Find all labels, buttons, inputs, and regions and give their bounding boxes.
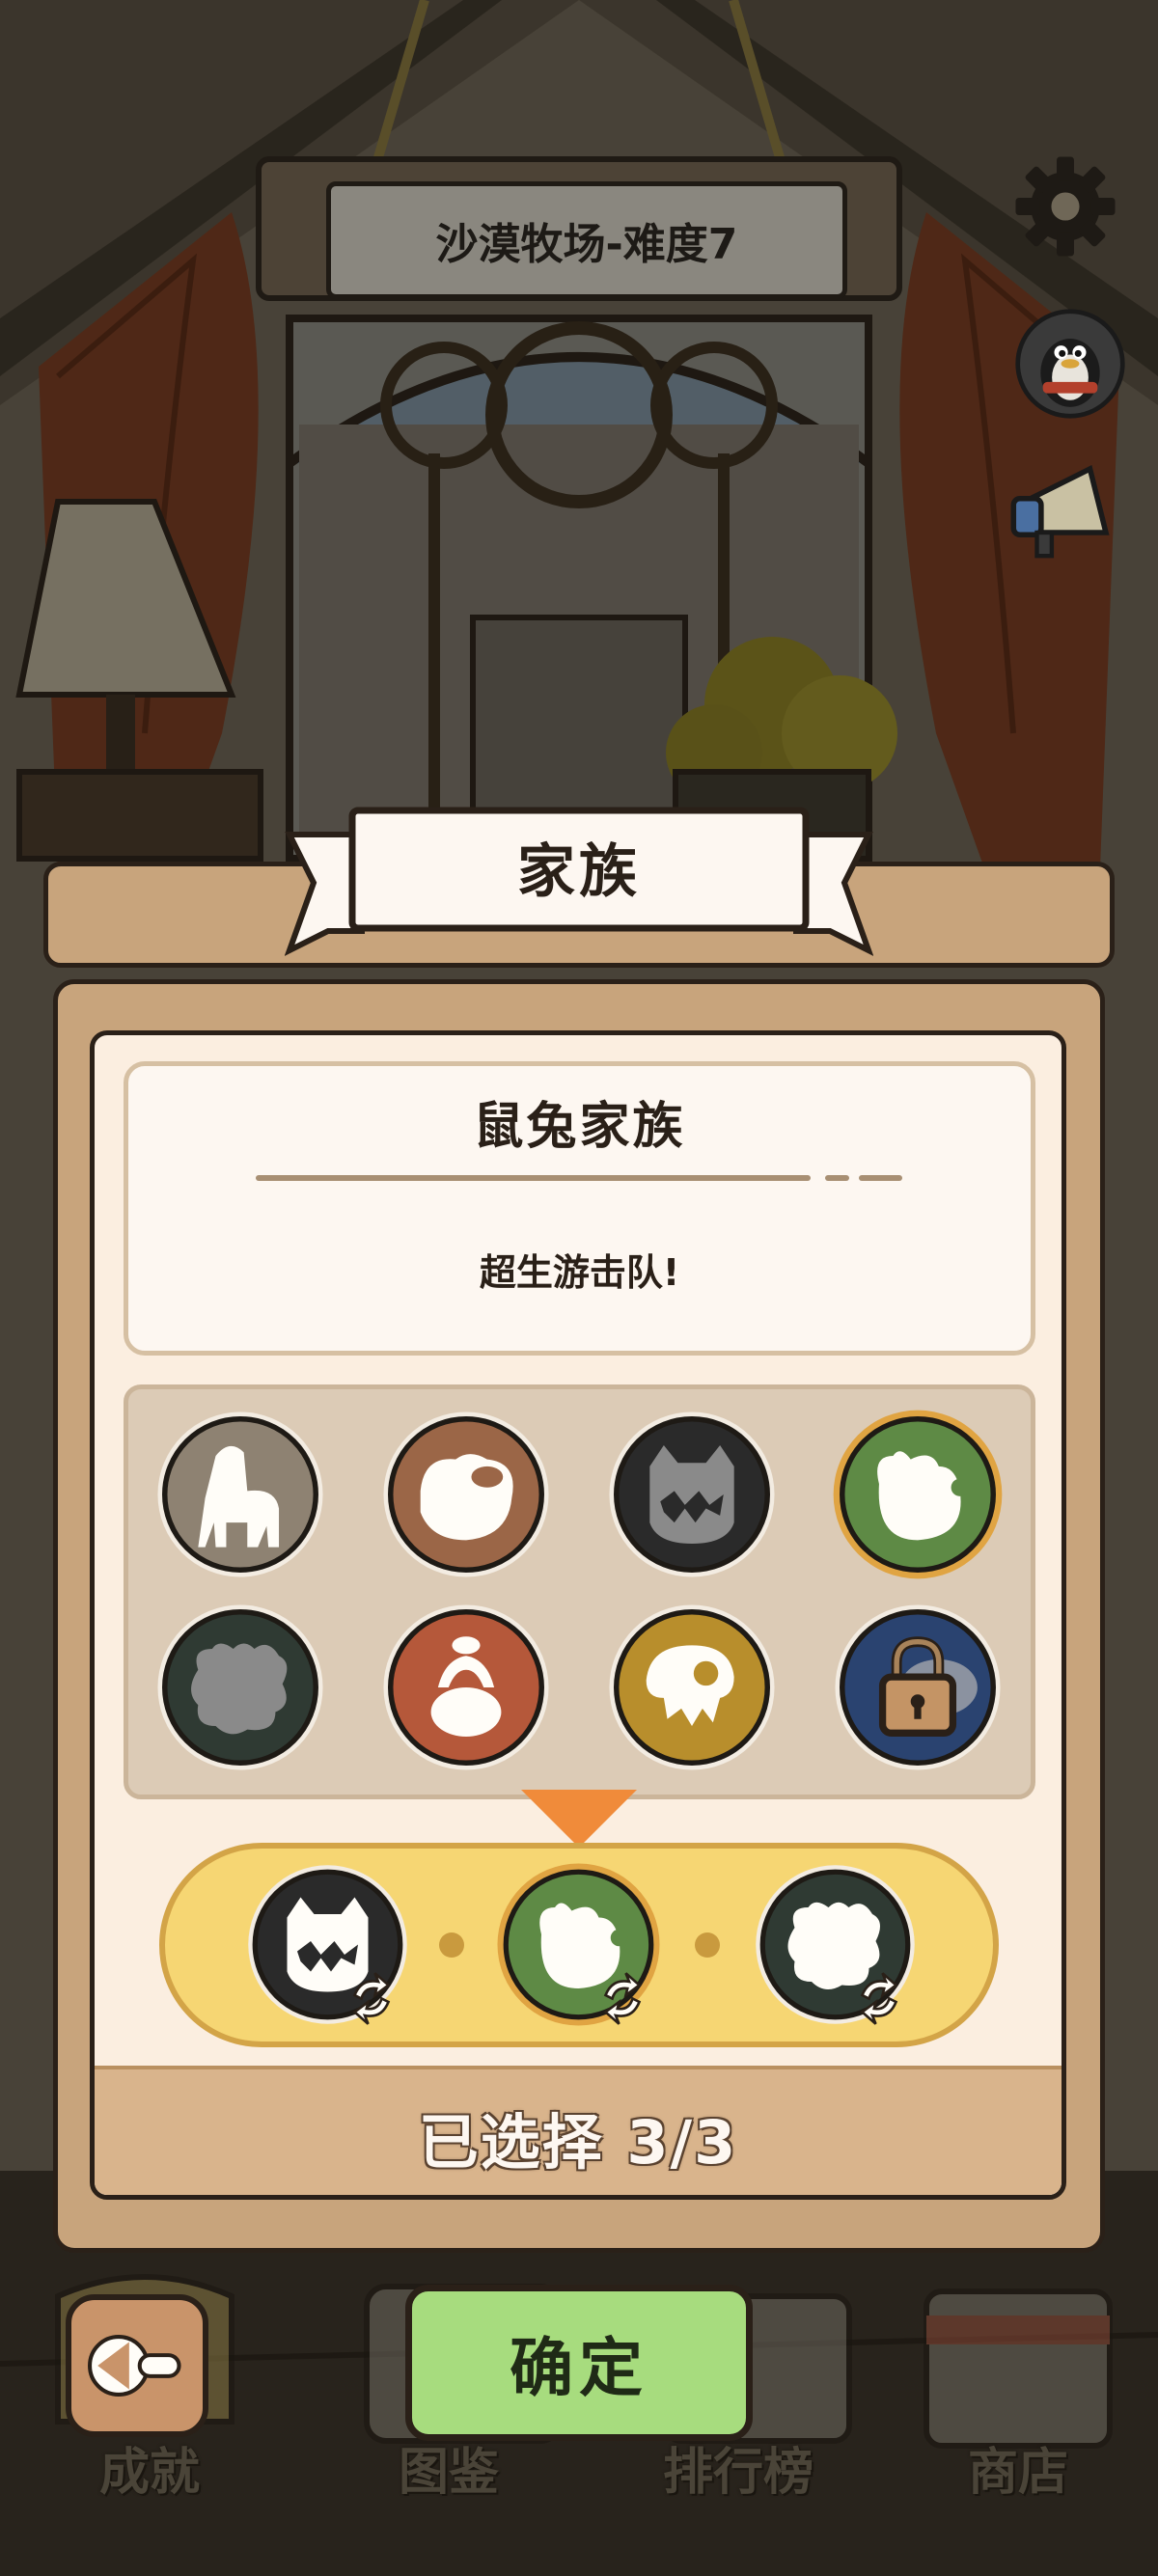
slot-separator-dot: [695, 1932, 720, 1958]
family-medal-locked[interactable]: [830, 1600, 1006, 1775]
penguin-avatar-icon[interactable]: [1013, 307, 1127, 421]
family-medal-bird[interactable]: [378, 1407, 554, 1582]
nav-shop[interactable]: 商店: [912, 2431, 1124, 2504]
divider-line: [256, 1175, 902, 1181]
level-title: 沙漠牧场-难度7: [326, 181, 847, 299]
mouse-family-icon: [157, 1604, 323, 1770]
selected-slot-1[interactable]: [243, 1860, 412, 2029]
family-name: 鼠兔家族: [473, 1098, 686, 1156]
fossil-family-icon: [609, 1604, 775, 1770]
family-medal-llama[interactable]: [152, 1407, 328, 1582]
confirm-button[interactable]: 确定: [405, 2285, 753, 2441]
family-medal-cat[interactable]: [604, 1407, 780, 1582]
slot-separator-dot: [439, 1932, 464, 1958]
nav-leaderboard[interactable]: 排行榜: [632, 2431, 844, 2504]
mouse-family-icon: [756, 1865, 915, 2025]
family-medal-pika[interactable]: [830, 1407, 1006, 1582]
cat-family-icon: [609, 1411, 775, 1577]
selected-slot-3[interactable]: [751, 1860, 920, 2029]
dialog-title: 家族: [517, 837, 641, 906]
bag-family-icon: [383, 1604, 549, 1770]
nav-achievements[interactable]: 成就: [43, 2431, 256, 2504]
cat-family-icon: [248, 1865, 407, 2025]
llama-family-icon: [157, 1411, 323, 1577]
family-medal-fossil[interactable]: [604, 1600, 780, 1775]
gear-icon[interactable]: [1011, 152, 1119, 260]
pika-family-icon: [497, 1863, 660, 2026]
back-button[interactable]: [66, 2294, 208, 2437]
pika-family-icon: [833, 1410, 1003, 1579]
family-medal-mouse[interactable]: [152, 1600, 328, 1775]
family-medal-bag[interactable]: [378, 1600, 554, 1775]
back-arrow-icon: [88, 2335, 181, 2397]
locked-family-icon: [835, 1604, 1001, 1770]
selected-slot-2[interactable]: [494, 1860, 663, 2029]
megaphone-icon[interactable]: [1004, 458, 1134, 564]
pointer-arrow-icon: [521, 1790, 637, 1848]
nav-collection[interactable]: 图鉴: [343, 2431, 555, 2504]
family-description: 超生游击队!: [479, 1251, 680, 1294]
selected-count: 已选择 3/3: [418, 2107, 738, 2178]
bird-family-icon: [383, 1411, 549, 1577]
